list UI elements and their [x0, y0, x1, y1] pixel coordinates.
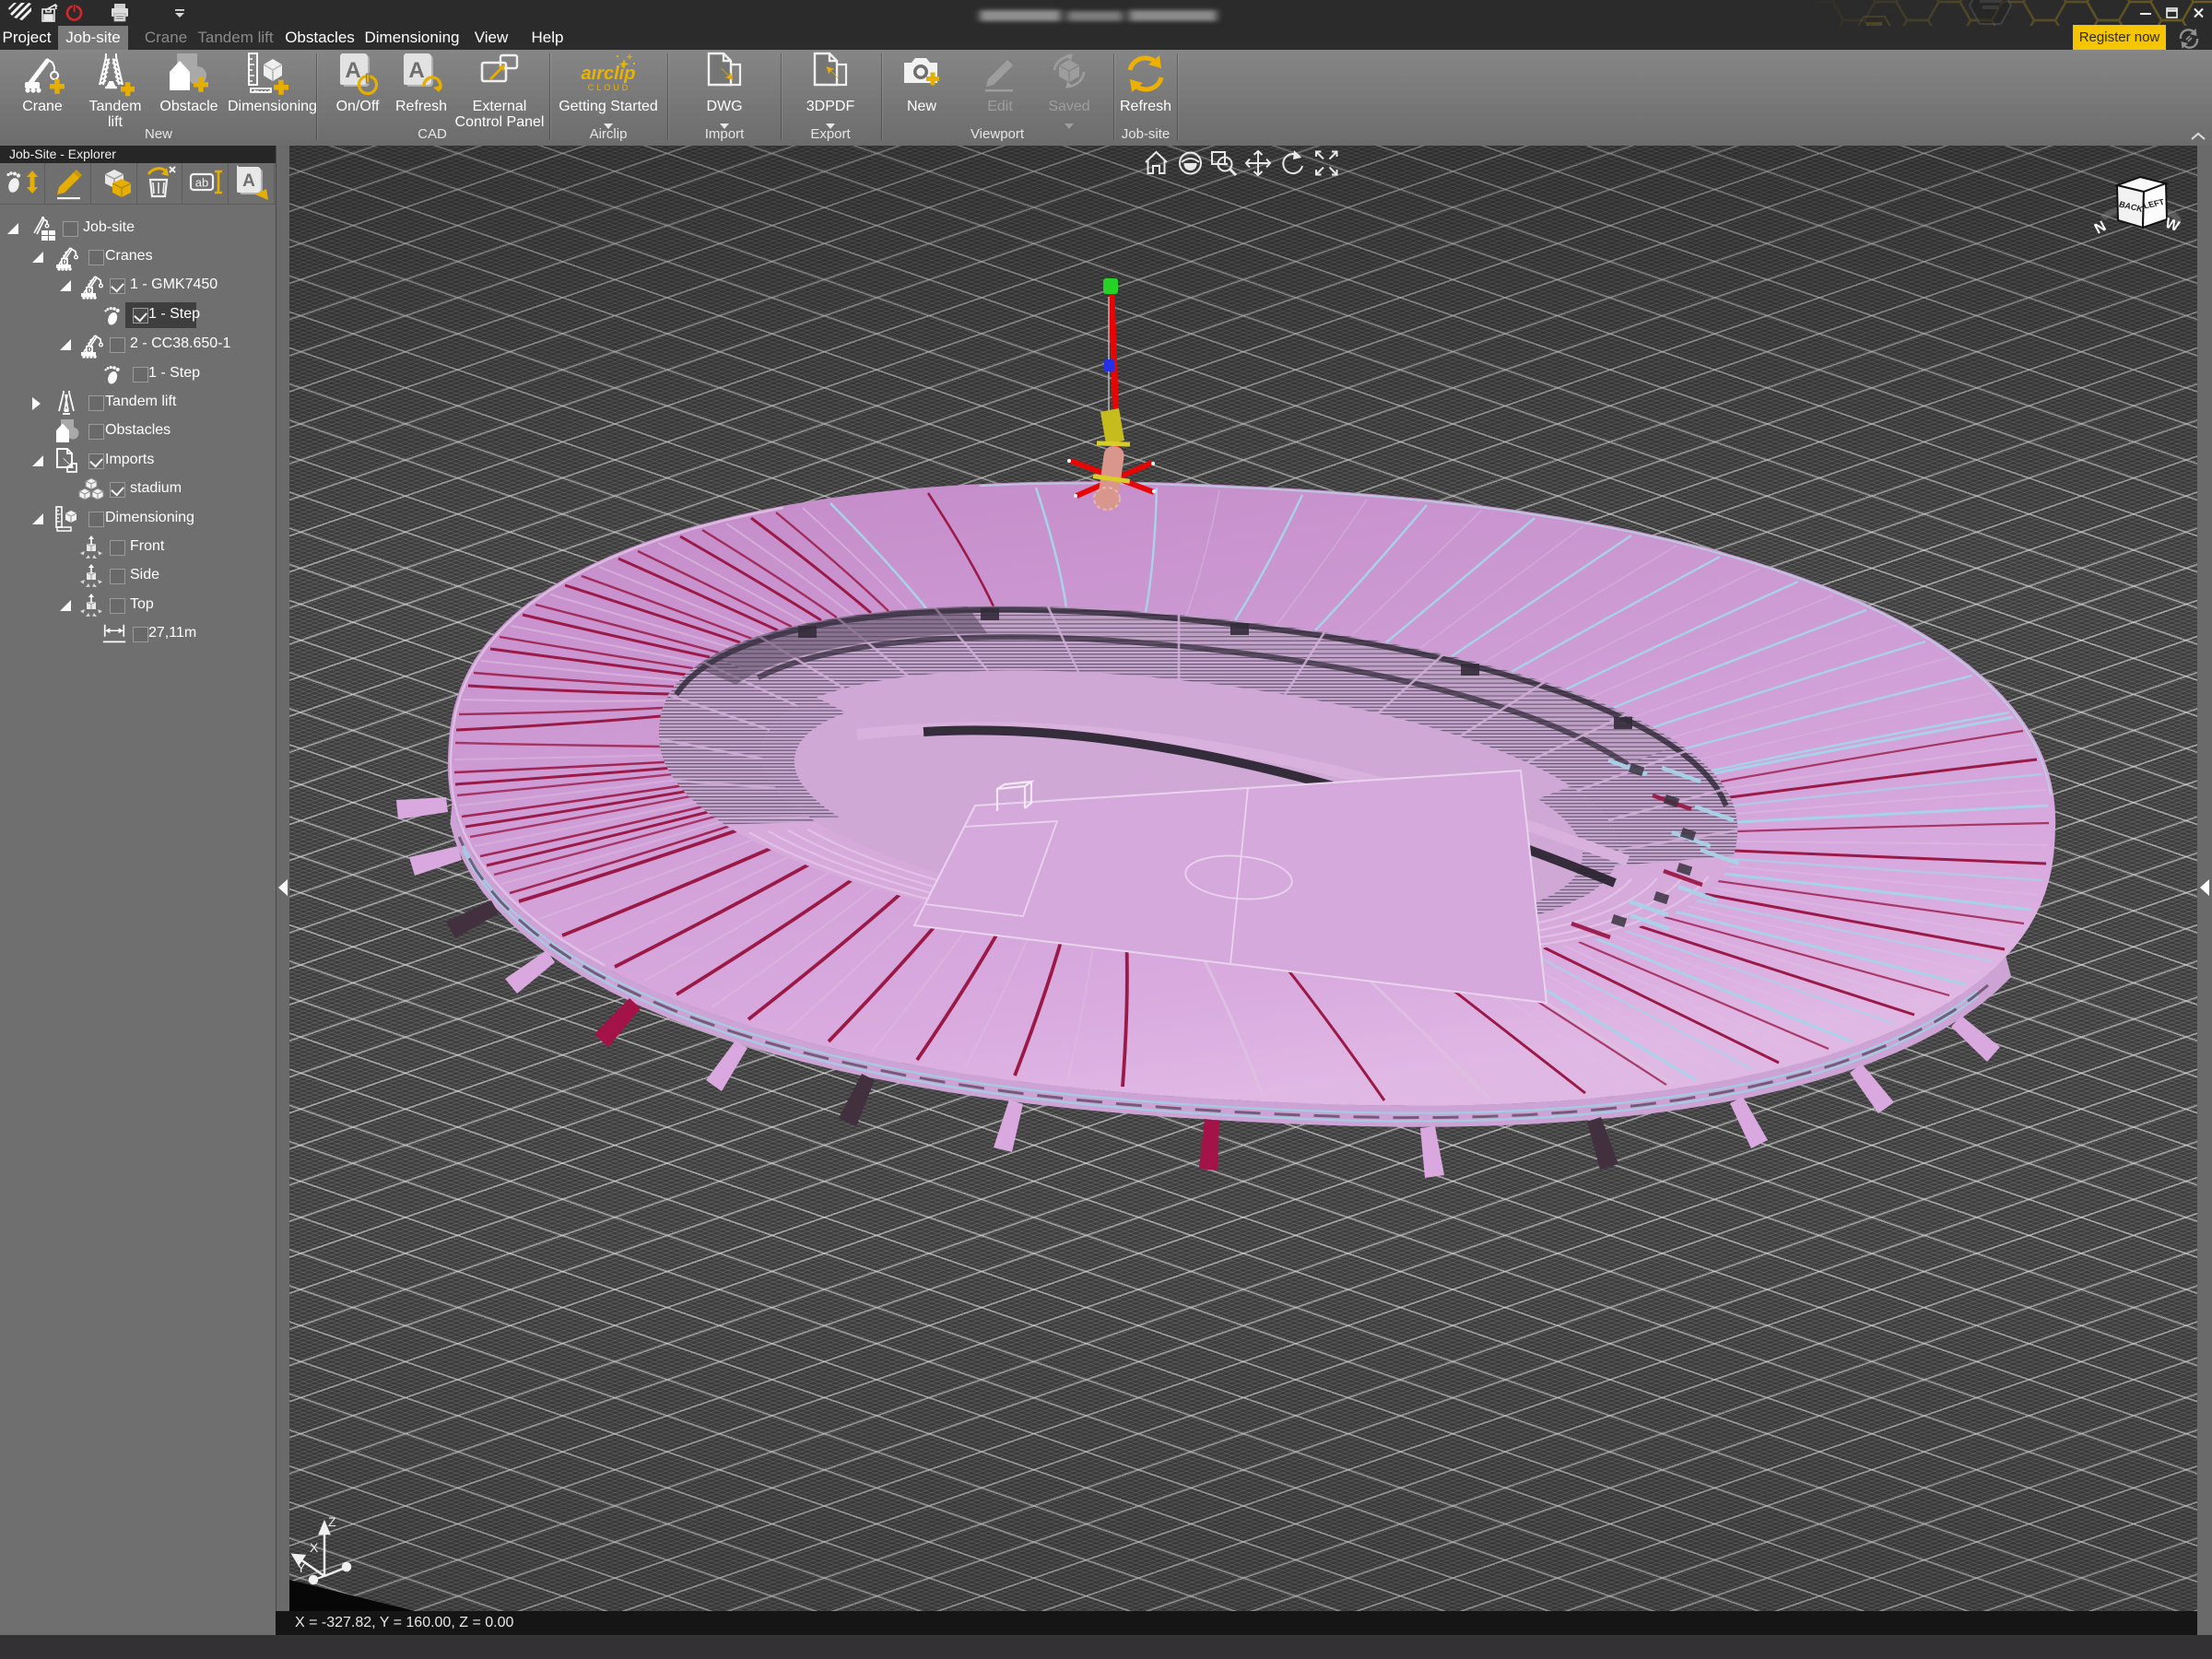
svg-text:X: X [310, 1540, 319, 1555]
svg-text:Z: Z [328, 1514, 336, 1529]
svg-text:CLOUD: CLOUD [588, 83, 631, 92]
svg-text:N: N [2092, 218, 2109, 237]
svg-text:A: A [408, 58, 424, 83]
svg-text:A: A [345, 58, 360, 83]
svg-text:ab: ab [195, 176, 208, 190]
svg-text:Y: Y [297, 1560, 306, 1575]
svg-text:aırclip: aırclip [582, 64, 636, 84]
svg-text:A: A [242, 171, 255, 191]
